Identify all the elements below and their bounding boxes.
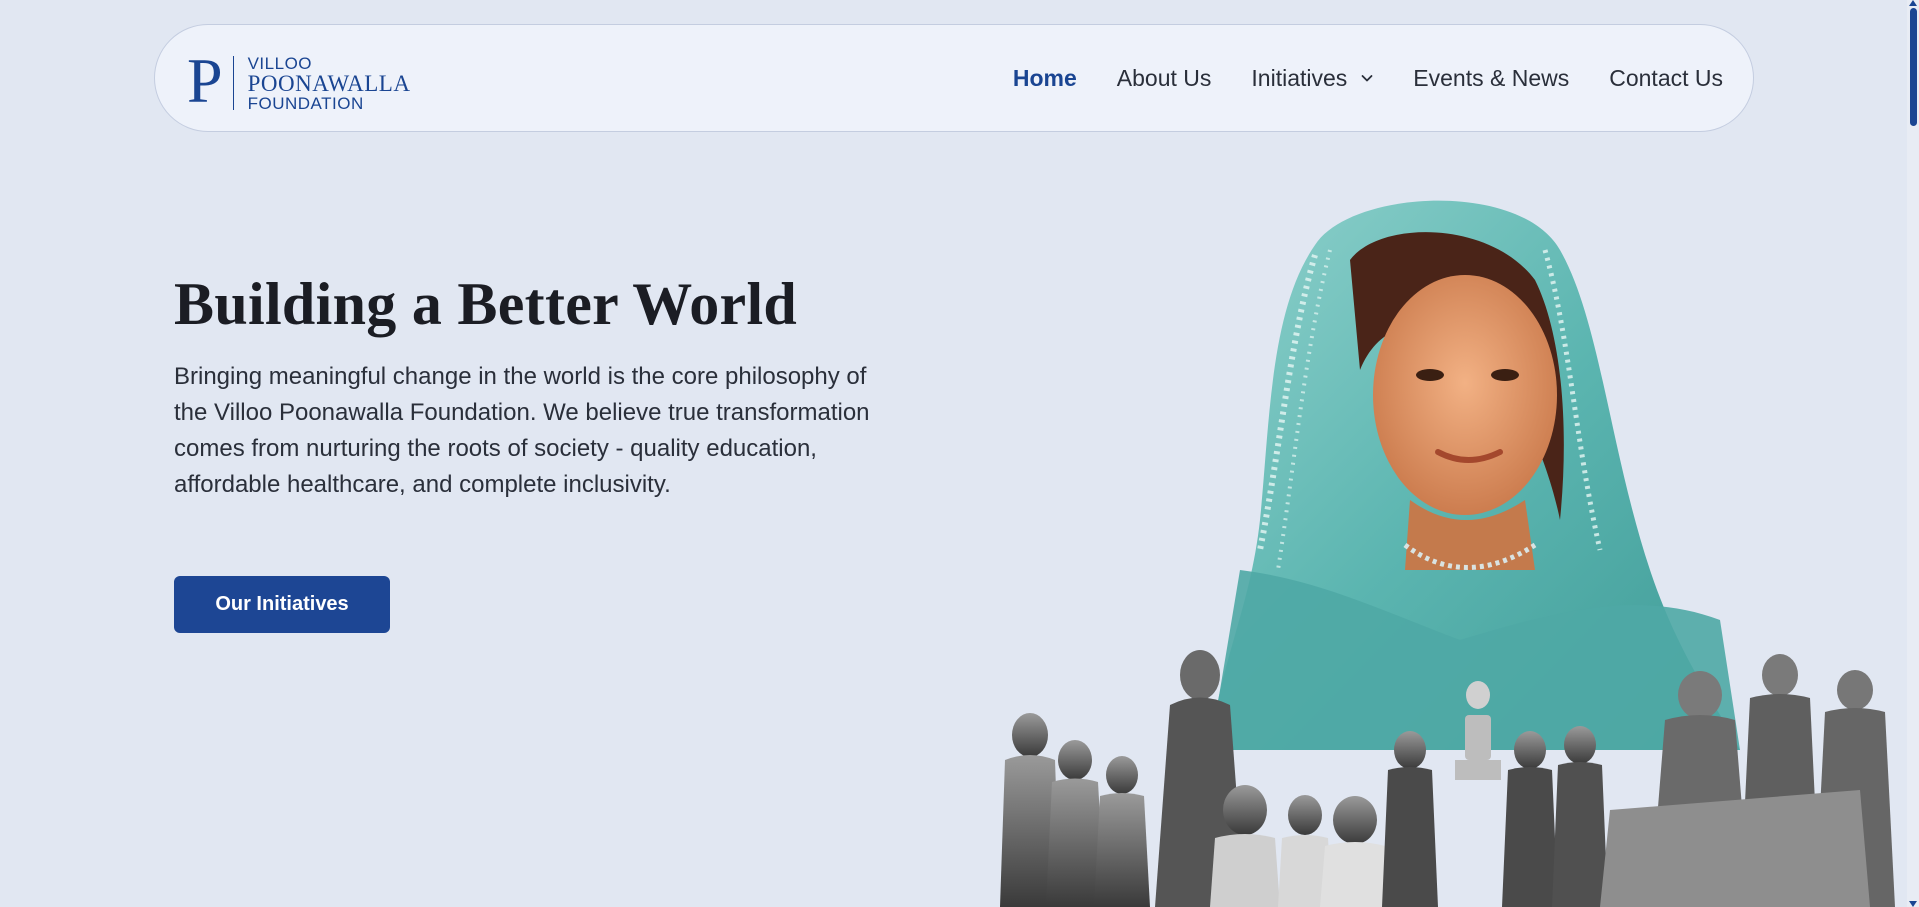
logo-line-2: POONAWALLA: [247, 70, 411, 96]
nav-initiatives[interactable]: Initiatives: [1251, 65, 1373, 92]
main-nav: Home About Us Initiatives Events & News …: [1013, 25, 1723, 131]
chevron-down-icon: [1361, 75, 1373, 82]
face-shape: [1373, 275, 1557, 515]
nav-about-us[interactable]: About Us: [1117, 65, 1212, 92]
page-scrollbar[interactable]: [1907, 0, 1919, 907]
scrollbar-thumb[interactable]: [1910, 8, 1917, 126]
nav-events-news[interactable]: Events & News: [1413, 65, 1569, 92]
nav-contact-us[interactable]: Contact Us: [1609, 65, 1723, 92]
hero-title: Building a Better World: [174, 271, 798, 337]
site-header: P VILLOO POONAWALLA FOUNDATION Home Abou…: [154, 24, 1754, 132]
hero-section: Building a Better World Bringing meaning…: [174, 270, 914, 503]
nav-initiatives-label: Initiatives: [1251, 64, 1348, 91]
hero-image: [960, 190, 1905, 907]
logo-divider: [232, 56, 234, 110]
logo-line-1: VILLOO: [247, 53, 313, 73]
hero-illustration: [1000, 200, 1895, 907]
logo-mark: P: [187, 45, 223, 116]
scroll-up-arrow-icon[interactable]: [1909, 0, 1917, 6]
nav-home[interactable]: Home: [1013, 65, 1077, 92]
scroll-down-arrow-icon[interactable]: [1909, 901, 1917, 907]
logo[interactable]: P VILLOO POONAWALLA FOUNDATION: [187, 45, 411, 116]
logo-line-3: FOUNDATION: [247, 93, 364, 113]
our-initiatives-button[interactable]: Our Initiatives: [174, 576, 390, 633]
logo-wordmark: VILLOO POONAWALLA FOUNDATION: [248, 55, 411, 112]
hero-description: Bringing meaningful change in the world …: [174, 363, 870, 498]
